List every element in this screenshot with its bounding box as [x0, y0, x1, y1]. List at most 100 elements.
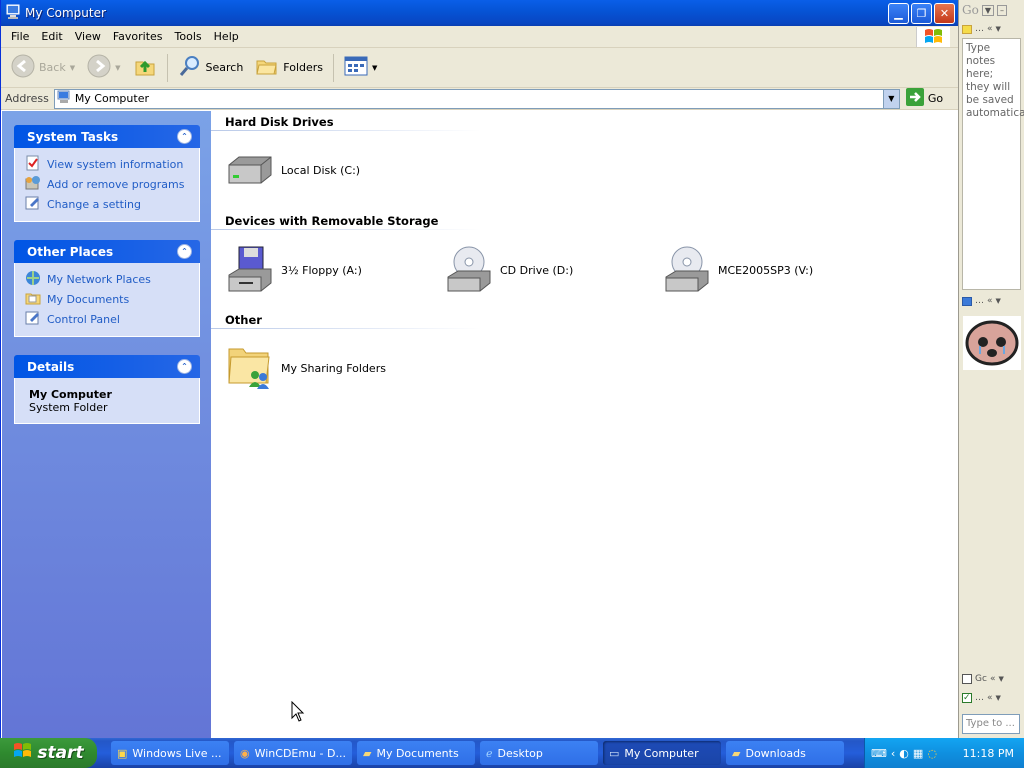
taskbar-button-downloads[interactable]: ▰ Downloads [726, 741, 844, 765]
details-panel: Details ⌃ My Computer System Folder [14, 355, 200, 424]
search-label: Search [205, 61, 244, 74]
details-header[interactable]: Details ⌃ [14, 355, 200, 378]
collapse-icon[interactable]: ⌃ [177, 129, 192, 144]
start-button[interactable]: start [0, 738, 97, 768]
chevron-down-icon: ▼ [888, 94, 895, 103]
forward-arrow-icon [87, 54, 111, 81]
toolbar-separator [333, 53, 335, 82]
menu-favorites[interactable]: Favorites [107, 30, 169, 43]
list-icon [962, 674, 972, 684]
chevron-down-icon[interactable]: ▼ [996, 25, 1001, 33]
add-remove-programs-label: Add or remove programs [47, 177, 185, 191]
local-disk-c[interactable]: Local Disk (C:) [225, 151, 360, 190]
folder-up-icon [133, 54, 157, 81]
todo-gadget-header: ✓ … « ▼ [959, 689, 1001, 707]
task-label: Desktop [497, 746, 543, 760]
collapse-icon[interactable]: ⌃ [177, 244, 192, 259]
views-button[interactable]: ▼ [340, 53, 381, 82]
address-label: Address [5, 92, 49, 105]
address-input[interactable]: My Computer ▼ [53, 88, 900, 109]
menu-file[interactable]: File [5, 30, 35, 43]
menu-edit[interactable]: Edit [35, 30, 68, 43]
virtual-drive-v-label: MCE2005SP3 (V:) [718, 264, 814, 277]
cd-drive-d[interactable]: CD Drive (D:) [444, 245, 573, 296]
system-tasks-header[interactable]: System Tasks ⌃ [14, 125, 200, 148]
menu-view[interactable]: View [69, 30, 107, 43]
chevron-down-icon[interactable]: ▼ [981, 4, 994, 16]
windows-logo-icon [13, 742, 33, 765]
close-button[interactable]: ✕ [934, 2, 955, 24]
taskbar-button-wincdemu[interactable]: ◉ WinCDEmu - D... [234, 741, 352, 765]
chevron-down-icon[interactable]: ▼ [996, 297, 1001, 305]
control-panel-link[interactable]: Control Panel [25, 309, 199, 329]
virtual-drive-v[interactable]: MCE2005SP3 (V:) [662, 245, 813, 296]
forward-dropdown-icon[interactable]: ▼ [115, 64, 120, 72]
collapse-left-icon[interactable]: « [987, 296, 993, 306]
restore-icon: ❐ [916, 6, 927, 20]
view-system-information-link[interactable]: View system information [25, 154, 199, 174]
keyboard-icon[interactable]: ⌨ [871, 747, 887, 760]
gadget-search-input[interactable]: Type to ... [962, 714, 1020, 734]
control-panel-icon [25, 310, 41, 329]
floppy-a[interactable]: 3½ Floppy (A:) [225, 245, 362, 296]
checkbox-icon: ✓ [962, 693, 972, 703]
menu-help[interactable]: Help [208, 30, 245, 43]
collapse-left-icon[interactable]: « [987, 693, 993, 703]
group-header-hard-disk-drives: Hard Disk Drives [225, 115, 334, 129]
floppy-drive-icon [225, 245, 275, 296]
details-title: Details [27, 359, 75, 374]
other-places-header[interactable]: Other Places ⌃ [14, 240, 200, 263]
add-remove-programs-link[interactable]: Add or remove programs [25, 174, 199, 194]
notes-textarea[interactable]: Type notes here; they will be saved auto… [962, 38, 1024, 290]
collapse-left-icon[interactable]: « [987, 24, 993, 34]
title-bar[interactable]: My Computer ▁ ❐ ✕ [1, 0, 958, 26]
menu-tools[interactable]: Tools [169, 30, 208, 43]
up-button[interactable] [129, 52, 161, 83]
cd-drive-icon [662, 245, 712, 296]
notes-icon [962, 24, 972, 34]
address-dropdown-button[interactable]: ▼ [882, 89, 899, 108]
task-label: My Computer [624, 746, 699, 760]
chevron-down-icon[interactable]: ▼ [996, 694, 1001, 702]
more-icon[interactable]: … [975, 296, 984, 306]
show-hidden-icons-button[interactable]: ‹ [891, 747, 895, 760]
taskbar-button-my-documents[interactable]: ▰ My Documents [357, 741, 475, 765]
close-icon: ✕ [939, 6, 950, 20]
picture-gadget-header: … « ▼ [959, 292, 1001, 310]
more-icon[interactable]: … [975, 24, 984, 34]
my-network-places-link[interactable]: My Network Places [25, 269, 199, 289]
restore-button[interactable]: ❐ [911, 2, 932, 24]
taskbar-button-desktop[interactable]: ℯ Desktop [480, 741, 598, 765]
clock[interactable]: 11:18 PM [963, 747, 1014, 760]
back-dropdown-icon[interactable]: ▼ [70, 64, 75, 72]
picture-gadget-image[interactable] [963, 316, 1021, 370]
back-button[interactable]: Back ▼ [7, 52, 79, 83]
my-sharing-folders-label: My Sharing Folders [281, 362, 386, 375]
chevron-down-icon[interactable]: ▼ [998, 675, 1003, 683]
system-tray: ⌨ ‹ ◐ ▦ ◌ 11:18 PM [864, 738, 1024, 768]
my-sharing-folders[interactable]: My Sharing Folders [225, 343, 386, 394]
views-dropdown-icon: ▼ [372, 63, 378, 72]
collapse-left-icon[interactable]: « [990, 674, 996, 684]
security-icon[interactable]: ▦ [913, 747, 923, 760]
change-setting-label: Change a setting [47, 197, 141, 211]
system-tasks-title: System Tasks [27, 129, 119, 144]
more-icon[interactable]: … [975, 693, 984, 703]
minimize-button[interactable]: ▁ [888, 2, 909, 24]
my-documents-link[interactable]: My Documents [25, 289, 199, 309]
minimize-icon[interactable]: – [996, 4, 1007, 16]
go-button[interactable]: Go [905, 88, 943, 109]
update-icon[interactable]: ◌ [927, 747, 937, 760]
explorer-window: My Computer ▁ ❐ ✕ File Edit View Favorit… [0, 0, 959, 738]
hard-disk-icon [225, 151, 275, 190]
change-setting-link[interactable]: Change a setting [25, 194, 199, 214]
folders-icon [255, 54, 279, 81]
collapse-icon[interactable]: ⌃ [177, 359, 192, 374]
taskbar-button-windows-live[interactable]: ▣ Windows Live ... [111, 741, 229, 765]
network-icon[interactable]: ◐ [899, 747, 909, 760]
search-button[interactable]: Search [174, 52, 248, 83]
start-label: start [37, 743, 84, 763]
forward-button[interactable]: ▼ [83, 52, 124, 83]
taskbar-button-my-computer[interactable]: ▭ My Computer [603, 741, 721, 765]
folders-button[interactable]: Folders [251, 52, 327, 83]
